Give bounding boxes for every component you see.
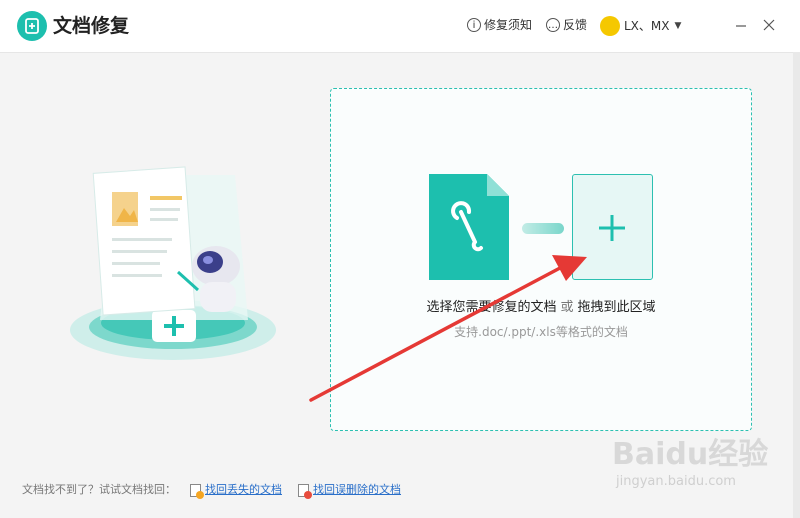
watermark-brand: Baidu经验 xyxy=(612,437,769,472)
recover-deleted-label: 找回误删除的文档 xyxy=(313,483,401,496)
app-title: 文档修复 xyxy=(53,15,130,37)
recovery-question: 文档找不到了？试试文档找回： xyxy=(22,483,176,496)
feedback-label: 反馈 xyxy=(563,18,588,32)
watermark-url: jingyan.baidu.com xyxy=(616,474,736,489)
repair-illustration xyxy=(60,140,290,370)
plus-icon xyxy=(599,215,625,241)
recover-lost-link[interactable]: 找回丢失的文档 xyxy=(190,482,282,499)
app-logo-icon xyxy=(17,11,47,41)
repair-guide-link[interactable]: i 修复须知 xyxy=(467,16,532,34)
prompt-or-text: 或 xyxy=(560,300,574,315)
deleted-document-icon xyxy=(298,483,312,499)
drop-prompt: 选择您需要修复的文档或拖拽到此区域 xyxy=(330,299,752,317)
recovery-footer: 文档找不到了？试试文档找回： 找回丢失的文档 找回误删除的文档 xyxy=(22,482,401,499)
connector-bar xyxy=(522,223,564,234)
close-button[interactable] xyxy=(756,12,782,38)
recover-lost-label: 找回丢失的文档 xyxy=(205,483,282,496)
title-bar: 文档修复 i 修复须知 … 反馈 LX、MX ▼ xyxy=(0,0,800,53)
recover-deleted-link[interactable]: 找回误删除的文档 xyxy=(298,482,401,499)
repair-guide-label: 修复须知 xyxy=(484,18,533,32)
chat-bubble-icon: … xyxy=(546,18,560,32)
minimize-button[interactable] xyxy=(728,12,754,38)
prompt-drag-text: 拖拽到此区域 xyxy=(577,300,656,315)
add-file-button[interactable] xyxy=(572,174,653,280)
caret-down-icon: ▼ xyxy=(674,21,682,31)
drop-zone[interactable] xyxy=(330,88,752,431)
info-icon: i xyxy=(467,18,481,32)
supported-formats-hint: 支持.doc/.ppt/.xls等格式的文档 xyxy=(454,325,628,339)
user-avatar xyxy=(600,16,620,36)
lost-document-icon xyxy=(190,483,204,499)
user-name: LX、MX xyxy=(624,19,670,33)
feedback-link[interactable]: … 反馈 xyxy=(546,16,587,34)
prompt-select-text: 选择您需要修复的文档 xyxy=(426,300,557,315)
file-repair-icon xyxy=(429,174,509,280)
user-menu[interactable]: LX、MX ▼ xyxy=(600,16,681,36)
window-edge xyxy=(793,52,800,518)
